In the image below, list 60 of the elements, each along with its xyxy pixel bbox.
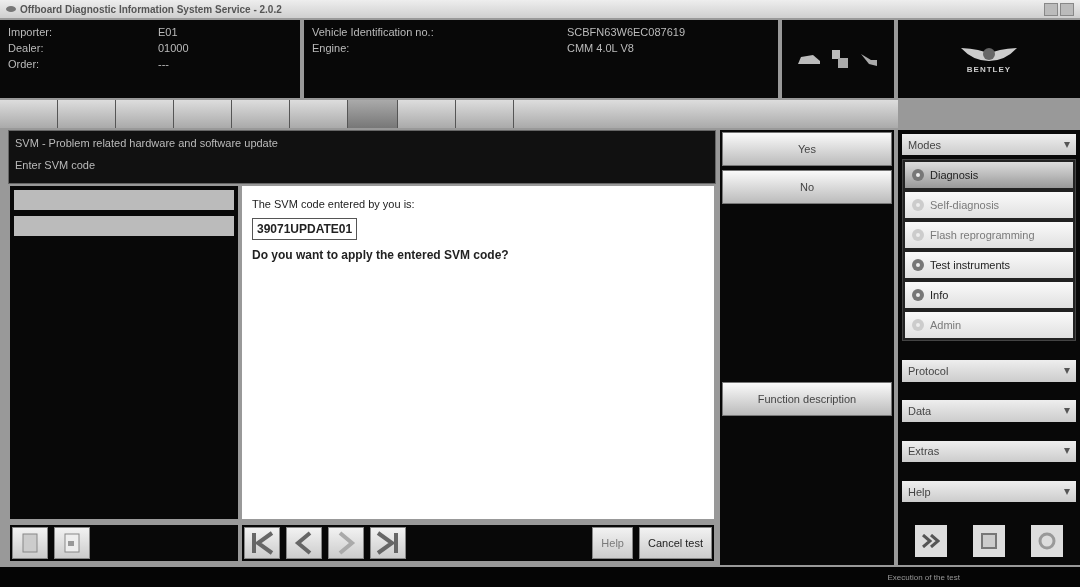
module-icon xyxy=(911,168,925,183)
field-value: E01 xyxy=(158,26,179,38)
mode-item[interactable]: Test instruments xyxy=(903,250,1075,281)
window-title: Offboard Diagnostic Information System Service - 2.0.2 xyxy=(20,3,282,15)
next-icon[interactable] xyxy=(328,527,364,559)
field-value: SCBFN63W6EC087619 xyxy=(567,26,686,38)
mode-item[interactable]: Info xyxy=(903,280,1075,311)
minimize-button[interactable] xyxy=(1044,2,1058,16)
code-field: 39071UPDATE01 xyxy=(252,218,358,240)
expand-icon[interactable] xyxy=(1064,367,1070,374)
test-title: SVM - Problem related hardware and software update xyxy=(15,137,279,149)
module-icon xyxy=(911,198,925,213)
field-label: Order: xyxy=(8,58,41,70)
first-page-icon[interactable] xyxy=(244,527,280,559)
module-icon xyxy=(911,318,925,333)
answer-button[interactable]: Yes xyxy=(722,132,892,166)
fullscreen-icon[interactable] xyxy=(973,525,1005,557)
section-title: Data xyxy=(908,405,932,418)
section-header[interactable]: Extras xyxy=(902,440,1076,463)
field-label: Engine: xyxy=(312,42,351,54)
app-icon xyxy=(6,5,16,13)
field-value: CMM 4.0L V8 xyxy=(567,42,635,54)
field-value: 01000 xyxy=(158,42,190,54)
collapse-icon[interactable] xyxy=(1064,141,1070,148)
field-label: Importer: xyxy=(8,26,53,38)
settings-icon[interactable] xyxy=(1031,525,1063,557)
module-icon xyxy=(911,288,925,303)
status-text: Execution of the test xyxy=(887,572,960,582)
function-description-button[interactable]: Function description xyxy=(722,382,892,416)
expand-icon[interactable] xyxy=(1064,448,1070,455)
section-header[interactable]: Data xyxy=(902,400,1076,422)
mode-item[interactable]: Diagnosis xyxy=(903,160,1075,191)
last-page-icon[interactable] xyxy=(370,527,406,559)
field-value: --- xyxy=(158,58,170,70)
section-title: Protocol xyxy=(908,364,949,377)
test-subtitle: Enter SVM code xyxy=(15,159,97,171)
car-icon[interactable] xyxy=(797,52,821,66)
question-text: Do you want to apply the entered SVM code? xyxy=(252,248,509,262)
footer-button[interactable]: Cancel test xyxy=(638,527,712,559)
section-title: Extras xyxy=(908,445,940,458)
field-label: Dealer: xyxy=(8,42,45,54)
restore-button[interactable] xyxy=(1060,2,1074,16)
logo-text: BENTLEY xyxy=(966,64,1012,74)
prompt-text: The SVM code entered by you is: xyxy=(252,198,415,210)
forward-icon[interactable] xyxy=(915,525,947,557)
tab[interactable] xyxy=(348,100,398,128)
module-icon xyxy=(911,258,925,273)
previous-icon[interactable] xyxy=(286,527,322,559)
section-header[interactable]: Help xyxy=(902,480,1076,503)
module-icon xyxy=(911,228,925,243)
document-icon[interactable] xyxy=(12,527,48,559)
expand-icon[interactable] xyxy=(1064,408,1070,415)
answer-button[interactable]: No xyxy=(722,170,892,204)
section-header[interactable]: Protocol xyxy=(902,360,1076,382)
modes-header[interactable]: Modes xyxy=(902,134,1076,156)
section-title: Modes xyxy=(908,138,942,151)
section-title: Help xyxy=(908,485,931,498)
field-label: Vehicle Identification no.: xyxy=(312,26,435,38)
document-icon[interactable] xyxy=(54,527,90,559)
expand-icon[interactable] xyxy=(1064,488,1070,495)
